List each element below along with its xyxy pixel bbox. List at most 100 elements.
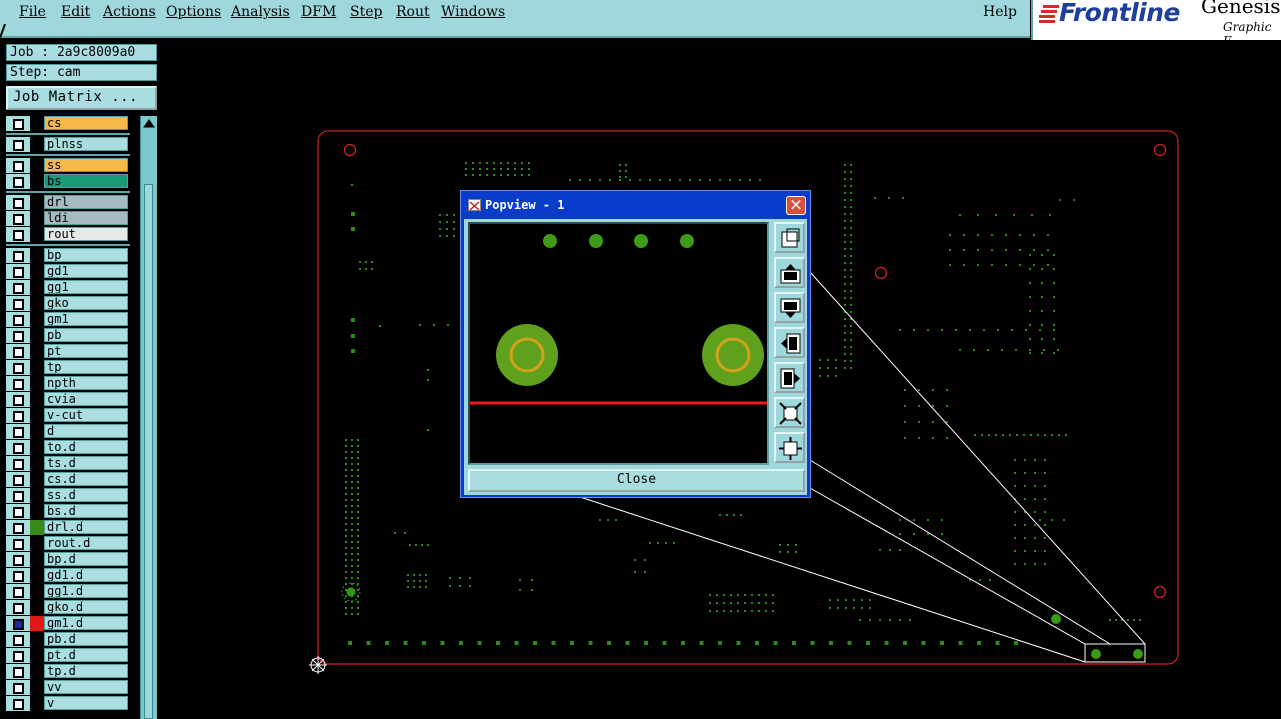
layer-name[interactable]: gko bbox=[44, 296, 128, 310]
layer-row-rout-d[interactable]: rout.d bbox=[6, 536, 130, 552]
layer-name[interactable]: gd1 bbox=[44, 264, 128, 278]
layer-checkbox[interactable] bbox=[6, 137, 30, 152]
layer-display-marker[interactable] bbox=[30, 174, 44, 189]
layer-checkbox[interactable] bbox=[6, 312, 30, 327]
layer-name[interactable]: cs bbox=[44, 116, 128, 130]
layer-row-ts-d[interactable]: ts.d bbox=[6, 456, 130, 472]
layer-name[interactable]: cvia bbox=[44, 392, 128, 406]
layer-checkbox[interactable] bbox=[6, 248, 30, 263]
layer-name[interactable]: drl.d bbox=[44, 520, 128, 534]
layer-checkbox[interactable] bbox=[6, 680, 30, 695]
layer-display-marker[interactable] bbox=[30, 344, 44, 359]
layer-row-v-cut[interactable]: v-cut bbox=[6, 408, 130, 424]
layer-row-tp[interactable]: tp bbox=[6, 360, 130, 376]
layer-display-marker[interactable] bbox=[30, 424, 44, 439]
menu-help[interactable]: Help bbox=[983, 4, 1017, 20]
popview-zoom-in-button[interactable] bbox=[774, 397, 805, 428]
popview-close-button[interactable]: Close bbox=[468, 469, 805, 492]
layer-display-marker[interactable] bbox=[30, 568, 44, 583]
layer-name[interactable]: gd1.d bbox=[44, 568, 128, 582]
popview-pan-down-button[interactable] bbox=[774, 292, 805, 323]
layer-checkbox[interactable] bbox=[6, 328, 30, 343]
layer-name[interactable]: pt.d bbox=[44, 648, 128, 662]
layer-display-marker[interactable] bbox=[30, 408, 44, 423]
layer-name[interactable]: bp.d bbox=[44, 552, 128, 566]
popview-zoom-home-button[interactable] bbox=[774, 222, 805, 253]
layer-name[interactable]: v-cut bbox=[44, 408, 128, 422]
layer-row-npth[interactable]: npth bbox=[6, 376, 130, 392]
layer-name[interactable]: v bbox=[44, 696, 128, 710]
layer-row-v[interactable]: v bbox=[6, 696, 130, 712]
layer-display-marker[interactable] bbox=[30, 680, 44, 695]
layer-row-pt-d[interactable]: pt.d bbox=[6, 648, 130, 664]
layer-display-marker[interactable] bbox=[30, 616, 44, 631]
layer-name[interactable]: bp bbox=[44, 248, 128, 262]
scroll-up-icon[interactable] bbox=[142, 117, 156, 129]
layer-row-bp[interactable]: bp bbox=[6, 248, 130, 264]
popview-close-icon[interactable]: × bbox=[786, 196, 806, 215]
layer-display-marker[interactable] bbox=[30, 536, 44, 551]
menu-edit[interactable]: Edit bbox=[61, 4, 90, 20]
layer-row-cvia[interactable]: cvia bbox=[6, 392, 130, 408]
layer-row-tp-d[interactable]: tp.d bbox=[6, 664, 130, 680]
layer-name[interactable]: gm1.d bbox=[44, 616, 128, 630]
layer-display-marker[interactable] bbox=[30, 376, 44, 391]
layer-checkbox[interactable] bbox=[6, 456, 30, 471]
layer-name[interactable]: ldi bbox=[44, 211, 128, 225]
layer-row-ldi[interactable]: ldi bbox=[6, 211, 130, 227]
layer-row-cs-d[interactable]: cs.d bbox=[6, 472, 130, 488]
layer-row-plnss[interactable]: plnss bbox=[6, 137, 130, 153]
layer-display-marker[interactable] bbox=[30, 392, 44, 407]
menu-actions[interactable]: Actions bbox=[103, 4, 156, 20]
layer-checkbox[interactable] bbox=[6, 584, 30, 599]
layer-name[interactable]: ss.d bbox=[44, 488, 128, 502]
layer-name[interactable]: cs.d bbox=[44, 472, 128, 486]
layer-display-marker[interactable] bbox=[30, 472, 44, 487]
layer-row-pb[interactable]: pb bbox=[6, 328, 130, 344]
layer-row-pt[interactable]: pt bbox=[6, 344, 130, 360]
menu-analysis[interactable]: Analysis bbox=[231, 4, 290, 20]
popview-pan-left-button[interactable] bbox=[774, 327, 805, 358]
layer-row-ss[interactable]: ss bbox=[6, 158, 130, 174]
layer-row-gko-d[interactable]: gko.d bbox=[6, 600, 130, 616]
layer-checkbox[interactable] bbox=[6, 195, 30, 210]
layer-display-marker[interactable] bbox=[30, 504, 44, 519]
layer-display-marker[interactable] bbox=[30, 456, 44, 471]
layer-display-marker[interactable] bbox=[30, 584, 44, 599]
layer-checkbox[interactable] bbox=[6, 211, 30, 226]
layer-row-gd1-d[interactable]: gd1.d bbox=[6, 568, 130, 584]
layer-name[interactable]: ts.d bbox=[44, 456, 128, 470]
layer-row-drl-d[interactable]: drl.d bbox=[6, 520, 130, 536]
layer-name[interactable]: pb.d bbox=[44, 632, 128, 646]
layer-name[interactable]: tp bbox=[44, 360, 128, 374]
layer-checkbox[interactable] bbox=[6, 227, 30, 242]
layer-checkbox[interactable] bbox=[6, 408, 30, 423]
layer-name[interactable]: rout.d bbox=[44, 536, 128, 550]
layer-name[interactable]: gko.d bbox=[44, 600, 128, 614]
layer-display-marker[interactable] bbox=[30, 296, 44, 311]
layer-row-rout[interactable]: rout bbox=[6, 227, 130, 243]
layer-display-marker[interactable] bbox=[30, 440, 44, 455]
layer-display-marker[interactable] bbox=[30, 116, 44, 131]
layer-checkbox[interactable] bbox=[6, 392, 30, 407]
layer-row-pb-d[interactable]: pb.d bbox=[6, 632, 130, 648]
layer-checkbox[interactable] bbox=[6, 158, 30, 173]
layer-row-gg1[interactable]: gg1 bbox=[6, 280, 130, 296]
layer-checkbox[interactable] bbox=[6, 648, 30, 663]
layer-row-gm1-d[interactable]: gm1.d bbox=[6, 616, 130, 632]
layer-checkbox[interactable] bbox=[6, 616, 30, 631]
layer-checkbox[interactable] bbox=[6, 264, 30, 279]
layer-checkbox[interactable] bbox=[6, 472, 30, 487]
layer-display-marker[interactable] bbox=[30, 648, 44, 663]
menu-rout[interactable]: Rout bbox=[396, 4, 430, 20]
layer-row-gd1[interactable]: gd1 bbox=[6, 264, 130, 280]
layer-display-marker[interactable] bbox=[30, 632, 44, 647]
layer-row-gko[interactable]: gko bbox=[6, 296, 130, 312]
layer-row-vv[interactable]: vv bbox=[6, 680, 130, 696]
layer-row-drl[interactable]: drl bbox=[6, 195, 130, 211]
layer-display-marker[interactable] bbox=[30, 211, 44, 226]
layer-checkbox[interactable] bbox=[6, 696, 30, 711]
layer-name[interactable]: bs bbox=[44, 174, 128, 188]
menu-step[interactable]: Step bbox=[350, 4, 382, 20]
layer-name[interactable]: plnss bbox=[44, 137, 128, 151]
